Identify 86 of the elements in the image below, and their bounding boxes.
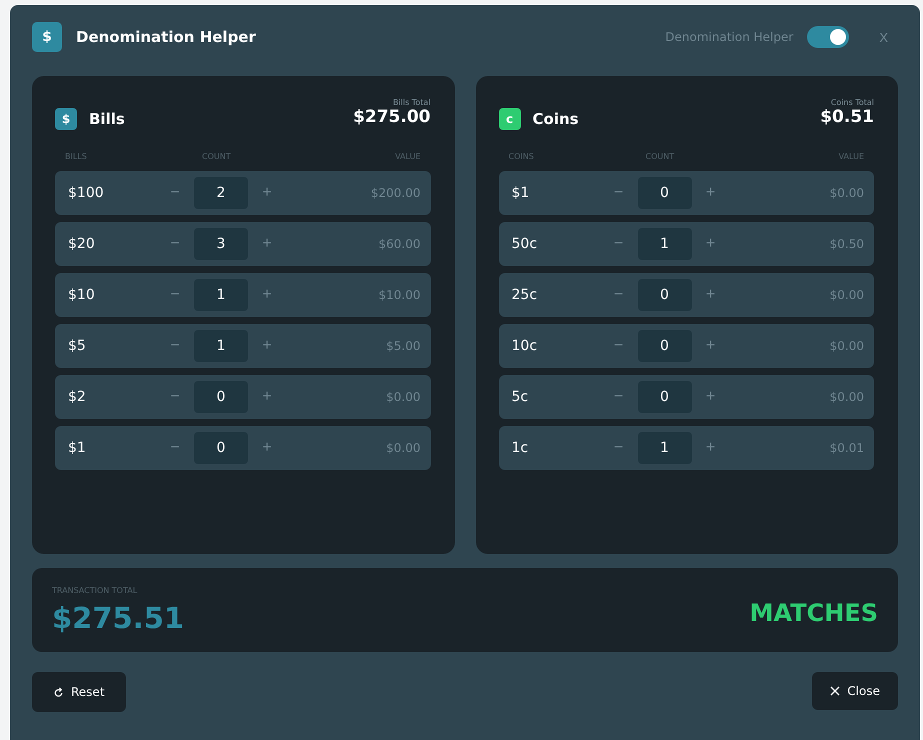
increment-button[interactable]: + — [252, 286, 282, 304]
panel-icon: $ — [55, 108, 77, 130]
count-field[interactable]: 2 — [194, 177, 248, 209]
close-button[interactable]: X — [869, 30, 898, 44]
decrement-button[interactable]: − — [604, 439, 634, 457]
denomination-label: 10c — [512, 338, 538, 354]
count-field[interactable]: 0 — [194, 432, 248, 464]
panel-total: $275.00 — [353, 107, 430, 127]
panel-title: Coins — [532, 110, 579, 128]
increment-button[interactable]: + — [252, 337, 282, 355]
column-header: COINS — [508, 152, 535, 161]
decrement-button[interactable]: − — [160, 337, 190, 355]
decrement-button[interactable]: − — [604, 337, 634, 355]
count-field[interactable]: 0 — [638, 381, 692, 413]
decrement-button[interactable]: − — [160, 286, 190, 304]
denomination-label: $1 — [68, 440, 87, 456]
count-field[interactable]: 0 — [638, 279, 692, 311]
count-field[interactable]: 1 — [194, 330, 248, 362]
row-value: $200.00 — [370, 186, 420, 200]
decrement-button[interactable]: − — [160, 388, 190, 406]
count-field[interactable]: 0 — [638, 177, 692, 209]
count-field[interactable]: 0 — [638, 330, 692, 362]
panel-icon: c — [498, 108, 520, 130]
denomination-label: $1 — [512, 185, 530, 201]
row-value: $10.00 — [378, 288, 420, 302]
increment-button[interactable]: + — [696, 388, 726, 406]
transaction-total: $275.51 — [52, 600, 184, 634]
denomination-label: 50c — [512, 236, 538, 252]
denomination-label: 25c — [512, 287, 538, 303]
denomination-label: 5c — [512, 389, 530, 405]
increment-button[interactable]: + — [696, 184, 726, 202]
total-label: Coins Total — [830, 98, 874, 107]
row-value: $0.01 — [828, 441, 864, 455]
denomination-label: $10 — [68, 287, 96, 303]
app-icon: $ — [32, 22, 62, 52]
denomination-label: 1c — [512, 440, 530, 456]
row-value: $0.00 — [828, 390, 864, 404]
close-icon — [830, 686, 840, 696]
increment-button[interactable]: + — [252, 235, 282, 253]
row-value: $0.50 — [828, 237, 864, 251]
decrement-button[interactable]: − — [604, 184, 634, 202]
count-field[interactable]: 3 — [194, 228, 248, 260]
denomination-label: $100 — [68, 185, 105, 201]
reset-button[interactable]: Reset — [32, 672, 126, 712]
row-value: $0.00 — [385, 441, 420, 455]
decrement-button[interactable]: − — [160, 235, 190, 253]
total-label: Bills Total — [392, 98, 430, 107]
reset-icon — [53, 686, 64, 698]
column-header: VALUE — [838, 152, 864, 161]
transaction-label: TRANSACTION TOTAL — [52, 586, 138, 594]
close-button[interactable]: Close — [812, 672, 898, 710]
increment-button[interactable]: + — [696, 235, 726, 253]
increment-button[interactable]: + — [696, 286, 726, 304]
count-field[interactable]: 1 — [638, 228, 692, 260]
count-field[interactable]: 1 — [638, 432, 692, 464]
count-field[interactable]: 0 — [194, 381, 248, 413]
increment-button[interactable]: + — [252, 439, 282, 457]
panel-total: $0.51 — [820, 107, 874, 127]
decrement-button[interactable]: − — [160, 184, 190, 202]
denomination-label: $5 — [68, 338, 87, 354]
window-title: Denomination Helper — [76, 28, 257, 46]
panel-title: Bills — [89, 110, 125, 128]
row-value: $0.00 — [828, 339, 864, 353]
increment-button[interactable]: + — [696, 337, 726, 355]
row-value: $60.00 — [378, 237, 420, 251]
decrement-button[interactable]: − — [604, 388, 634, 406]
row-value: $0.00 — [385, 390, 420, 404]
column-header: COUNT — [644, 152, 676, 161]
toggle-switch[interactable] — [807, 26, 850, 48]
match-status: MATCHES — [750, 599, 878, 627]
column-header: BILLS — [65, 152, 88, 161]
row-value: $5.00 — [385, 339, 420, 353]
decrement-button[interactable]: − — [160, 439, 190, 457]
increment-button[interactable]: + — [696, 439, 726, 457]
toggle-label: Denomination Helper — [665, 30, 794, 44]
column-header: COUNT — [201, 152, 232, 161]
count-field[interactable]: 1 — [194, 279, 248, 311]
row-value: $0.00 — [828, 186, 864, 200]
row-value: $0.00 — [828, 288, 864, 302]
increment-button[interactable]: + — [252, 184, 282, 202]
increment-button[interactable]: + — [252, 388, 282, 406]
decrement-button[interactable]: − — [604, 235, 634, 253]
denomination-label: $2 — [68, 389, 87, 405]
denomination-label: $20 — [68, 236, 96, 252]
column-header: VALUE — [394, 152, 420, 161]
decrement-button[interactable]: − — [604, 286, 634, 304]
